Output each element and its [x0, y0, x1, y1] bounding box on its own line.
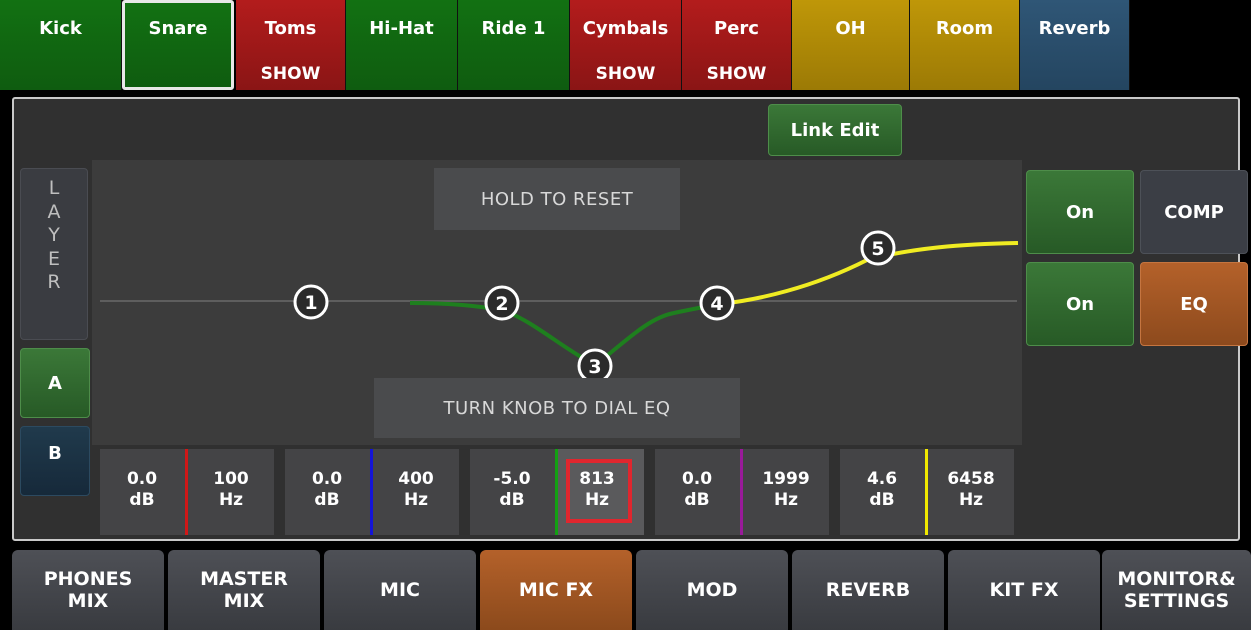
eq-node-1[interactable]: 1 [293, 284, 329, 320]
band-freq: 400 Hz [398, 469, 434, 510]
layer-letter: R [47, 271, 61, 293]
band-gain: 4.6 dB [866, 469, 898, 510]
eq-band-4[interactable]: 0.0 dB 1999 Hz [655, 449, 829, 535]
nav-label: MONITOR& SETTINGS [1117, 568, 1236, 612]
channel-tab-kick[interactable]: Kick [0, 0, 122, 90]
nav-label: KIT FX [989, 579, 1059, 601]
show-label: SHOW [260, 64, 321, 84]
band-freq: 100 Hz [213, 469, 249, 510]
comp-on-button[interactable]: On [1026, 170, 1134, 254]
layer-a-button[interactable]: A [20, 348, 90, 418]
band-gain: -5.0 dB [493, 469, 531, 510]
eq-band-2[interactable]: 0.0 dB 400 Hz [285, 449, 459, 535]
eq-band-5[interactable]: 4.6 dB 6458 Hz [840, 449, 1014, 535]
band-freq: 813 Hz [579, 469, 615, 510]
eq-node-5[interactable]: 5 [860, 230, 896, 266]
eq-node-2[interactable]: 2 [484, 285, 520, 321]
nav-label: MASTER MIX [200, 568, 288, 612]
layer-b-button[interactable]: B [20, 426, 90, 496]
svg-text:1: 1 [304, 292, 317, 314]
channel-name: Toms [264, 18, 317, 39]
channel-name: Perc [714, 18, 759, 39]
svg-text:4: 4 [710, 293, 723, 315]
eq-button[interactable]: EQ [1140, 262, 1248, 346]
nav-label: MIC FX [518, 579, 594, 601]
channel-name: OH [835, 18, 866, 39]
nav-label: PHONES MIX [43, 568, 133, 612]
nav-label: MIC [380, 579, 420, 601]
nav-monitor-settings[interactable]: MONITOR& SETTINGS [1102, 550, 1251, 630]
turn-knob-hint: TURN KNOB TO DIAL EQ [374, 378, 740, 438]
nav-mic-fx[interactable]: MIC FX [480, 550, 632, 630]
channel-name: Cymbals [582, 18, 669, 39]
channel-tab-ride1[interactable]: Ride 1 [458, 0, 570, 90]
svg-text:5: 5 [871, 238, 884, 260]
band-gain: 0.0 dB [126, 469, 158, 510]
band-freq: 1999 Hz [762, 469, 810, 510]
channel-tab-reverb[interactable]: Reverb [1020, 0, 1130, 90]
channel-tab-cymbals[interactable]: Cymbals SHOW [570, 0, 682, 90]
layer-letter: E [47, 247, 60, 270]
eq-curve-green-rise [593, 302, 721, 367]
nav-kit-fx[interactable]: KIT FX [948, 550, 1100, 630]
nav-mic[interactable]: MIC [324, 550, 476, 630]
channel-tab-snare[interactable]: Snare [122, 0, 234, 90]
channel-name: Hi-Hat [369, 18, 434, 39]
nav-reverb[interactable]: REVERB [792, 550, 944, 630]
hold-to-reset-button[interactable]: HOLD TO RESET [434, 168, 680, 230]
nav-master-mix[interactable]: MASTER MIX [168, 550, 320, 630]
channel-name: Ride 1 [481, 18, 546, 39]
nav-label: REVERB [825, 579, 911, 601]
channel-name: Kick [39, 18, 82, 39]
channel-tab-oh[interactable]: OH [792, 0, 910, 90]
layer-letter: A [47, 200, 61, 223]
show-label: SHOW [706, 64, 767, 84]
channel-name: Reverb [1038, 18, 1111, 39]
link-edit-button[interactable]: Link Edit [768, 104, 902, 156]
channel-name: Snare [148, 18, 208, 39]
show-label: SHOW [595, 64, 656, 84]
channel-tab-perc[interactable]: Perc SHOW [682, 0, 792, 90]
svg-text:2: 2 [495, 293, 508, 315]
layer-letter: L [48, 177, 60, 199]
channel-name: Room [935, 18, 994, 39]
band-gain: 0.0 dB [311, 469, 343, 510]
eq-band-3[interactable]: -5.0 dB 813 Hz [470, 449, 644, 535]
nav-mod[interactable]: MOD [636, 550, 788, 630]
band-freq: 6458 Hz [947, 469, 995, 510]
layer-label: L A Y E R [20, 168, 88, 340]
layer-letter: Y [48, 224, 60, 246]
channel-tab-toms[interactable]: Toms SHOW [236, 0, 346, 90]
nav-phones-mix[interactable]: PHONES MIX [12, 550, 164, 630]
svg-text:3: 3 [588, 356, 601, 378]
channel-strip: Kick Snare Toms SHOW Hi-Hat Ride 1 Cymbal… [0, 0, 1251, 92]
band-gain: 0.0 dB [681, 469, 713, 510]
eq-on-button[interactable]: On [1026, 262, 1134, 346]
channel-tab-room[interactable]: Room [910, 0, 1020, 90]
nav-label: MOD [686, 579, 738, 601]
comp-button[interactable]: COMP [1140, 170, 1248, 254]
eq-node-4[interactable]: 4 [699, 285, 735, 321]
eq-band-1[interactable]: 0.0 dB 100 Hz [100, 449, 274, 535]
channel-tab-hihat[interactable]: Hi-Hat [346, 0, 458, 90]
